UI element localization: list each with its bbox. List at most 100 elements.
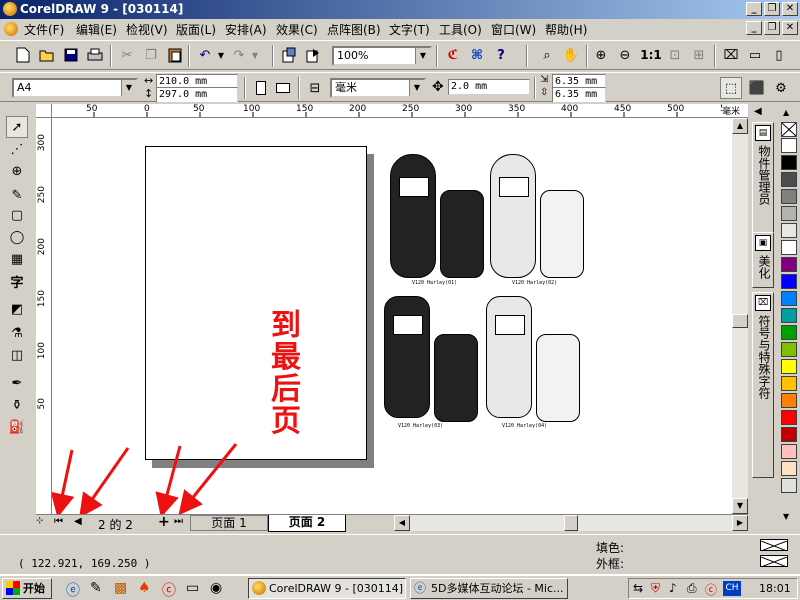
horizontal-scrollbar[interactable]: ◀ ▶ — [394, 515, 748, 531]
tray-network-icon[interactable]: ⇆ — [633, 581, 643, 595]
task-browser[interactable]: ⓔ 5D多媒体互动论坛 - Mic... — [410, 578, 568, 599]
ruler-corner[interactable] — [36, 104, 52, 118]
portrait-icon[interactable] — [250, 77, 272, 99]
palette-scroll-up-icon[interactable]: ▲ — [783, 108, 789, 117]
menu-bitmaps[interactable]: 点阵图(B) — [327, 21, 381, 38]
color-swatch[interactable] — [781, 359, 797, 374]
menu-edit[interactable]: 编辑(E) — [76, 21, 117, 38]
duplicate-y-field[interactable]: 6.35 mm — [552, 87, 606, 103]
binoculars-icon[interactable]: ⌕ — [536, 44, 558, 66]
phone-backplate[interactable] — [540, 190, 584, 278]
snap-to-objects-icon[interactable]: ⬚ — [720, 77, 742, 99]
color-swatch[interactable] — [781, 291, 797, 306]
whats-this-help-icon[interactable]: ? — [490, 44, 512, 66]
tray-volume-icon[interactable]: ♪ — [669, 581, 677, 595]
zoom-combo[interactable]: 100% ▼ — [332, 46, 432, 66]
interactive-fill-tool-icon[interactable]: ◩ — [6, 298, 28, 320]
vertical-scrollbar[interactable]: ▲ ▼ — [732, 118, 748, 514]
scroll-thumb[interactable] — [732, 314, 748, 328]
outline-swatch[interactable] — [760, 555, 788, 568]
set-default-page-icon[interactable]: ⊟ — [304, 77, 326, 99]
ime-indicator[interactable]: CH — [723, 581, 741, 596]
units-dropdown-icon[interactable]: ▼ — [409, 80, 424, 96]
fill-swatch[interactable] — [760, 539, 788, 552]
new-file-icon[interactable] — [12, 44, 34, 66]
coreldraw-app-icon[interactable] — [3, 2, 17, 16]
navigator-icon[interactable]: ⊹ — [36, 516, 44, 526]
scroll-up-icon[interactable]: ▲ — [732, 118, 748, 134]
redo-dropdown-icon[interactable]: ▼ — [244, 44, 266, 66]
tray-corel-icon[interactable]: ⓒ — [705, 581, 717, 598]
color-swatch[interactable] — [781, 393, 797, 408]
paint-bucket-tool-icon[interactable]: ⛽ — [6, 416, 28, 438]
first-page-icon[interactable]: ⏮ — [54, 516, 63, 527]
corel-application-launcher-icon[interactable]: ℭ — [442, 44, 464, 66]
menu-help[interactable]: 帮助(H) — [545, 21, 587, 38]
pan-hand-icon[interactable]: ✋ — [560, 44, 582, 66]
beautify-tab[interactable]: ▣ 美化 — [752, 232, 774, 288]
start-button[interactable]: 开始 — [2, 578, 52, 599]
phone-faceplate[interactable] — [490, 154, 536, 278]
menu-effects[interactable]: 效果(C) — [276, 21, 318, 38]
phone-faceplate[interactable] — [486, 296, 532, 418]
drawing-canvas[interactable]: 到 最 后 页 V120 Harley(01) V120 Harley(02) … — [52, 118, 732, 514]
zoom-all-objects-icon[interactable]: ⊞ — [688, 44, 710, 66]
paper-type-combo[interactable]: A4 ▼ — [12, 78, 138, 98]
menu-text[interactable]: 文字(T) — [389, 21, 430, 38]
import-icon[interactable] — [278, 44, 300, 66]
document-icon[interactable] — [4, 22, 18, 36]
color-swatch[interactable] — [781, 155, 797, 170]
close-button[interactable]: ✕ — [782, 2, 798, 16]
phone-faceplate[interactable] — [384, 296, 430, 418]
scroll-left-icon[interactable]: ◀ — [394, 515, 410, 531]
menu-window[interactable]: 窗口(W) — [491, 21, 536, 38]
corel-icon[interactable]: ⓒ — [162, 580, 176, 600]
menu-file[interactable]: 文件(F) — [24, 21, 64, 38]
zoom-in-icon[interactable]: ⊕ — [590, 44, 612, 66]
menu-layout[interactable]: 版面(L) — [176, 21, 216, 38]
pick-tool-icon[interactable]: ➚ — [6, 116, 28, 138]
polygon-grid-tool-icon[interactable]: ▦ — [6, 248, 28, 270]
docker-collapse-icon[interactable]: ◀ — [754, 106, 762, 117]
balloon-icon[interactable]: ♠ — [138, 580, 151, 596]
zoom-dropdown-icon[interactable]: ▼ — [415, 48, 430, 64]
paint-icon[interactable]: ▩ — [114, 580, 127, 596]
color-swatch[interactable] — [781, 376, 797, 391]
shape-tool-icon[interactable]: ⋰ — [6, 138, 28, 160]
notepad-icon[interactable]: ✎ — [90, 580, 102, 596]
color-swatch[interactable] — [781, 427, 797, 442]
color-swatch[interactable] — [781, 223, 797, 238]
color-swatch[interactable] — [781, 257, 797, 272]
cut-icon[interactable]: ✂ — [116, 44, 138, 66]
doc-close-button[interactable]: ✕ — [782, 21, 798, 35]
fill-tool-icon[interactable]: ⚱ — [6, 394, 28, 416]
zoom-actual-size-icon[interactable]: 1:1 — [640, 44, 662, 66]
freehand-tool-icon[interactable]: ✎ — [6, 184, 28, 206]
add-page-icon[interactable]: + — [158, 514, 170, 530]
task-coreldraw[interactable]: CorelDRAW 9 - [030114] — [248, 578, 406, 599]
color-swatch[interactable] — [781, 478, 797, 493]
zoom-out-icon[interactable]: ⊖ — [614, 44, 636, 66]
ellipse-tool-icon[interactable]: ◯ — [6, 226, 28, 248]
color-swatch[interactable] — [781, 410, 797, 425]
phone-backplate[interactable] — [536, 334, 580, 422]
options-icon[interactable]: ⚙ — [770, 77, 792, 99]
no-color-swatch[interactable] — [781, 122, 797, 137]
menu-tools[interactable]: 工具(O) — [439, 21, 482, 38]
zoom-page-height-icon[interactable]: ▯ — [768, 44, 790, 66]
units-combo[interactable]: 毫米 ▼ — [330, 78, 426, 98]
phone-backplate[interactable] — [440, 190, 484, 278]
text-tool-icon[interactable]: 字 — [6, 270, 28, 292]
h-scroll-thumb[interactable] — [564, 515, 578, 531]
paste-icon[interactable] — [164, 44, 186, 66]
ie-icon[interactable]: ⓔ — [66, 580, 80, 600]
color-swatch[interactable] — [781, 172, 797, 187]
color-swatch[interactable] — [781, 461, 797, 476]
color-swatch[interactable] — [781, 444, 797, 459]
last-page-icon[interactable]: ⏭ — [174, 516, 183, 527]
nudge-offset-field[interactable]: 2.0 mm — [448, 79, 530, 95]
page-tab-2[interactable]: 页面 2 — [268, 515, 346, 532]
menu-arrange[interactable]: 安排(A) — [225, 21, 267, 38]
page-tab-1[interactable]: 页面 1 — [190, 515, 268, 531]
doc-restore-button[interactable]: ❐ — [764, 21, 780, 35]
